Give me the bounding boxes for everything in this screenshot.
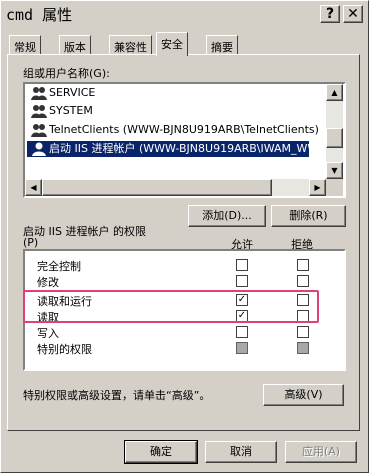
user-group-icon: [31, 105, 47, 118]
allow-checkbox[interactable]: [236, 275, 248, 287]
scroll-right-button[interactable]: ▶: [309, 179, 326, 196]
allow-checkbox[interactable]: [236, 259, 248, 271]
list-item[interactable]: TelnetClients (WWW-BJN8U919ARB\TelnetCli…: [27, 122, 319, 138]
user-group-icon: [31, 124, 47, 137]
tab-label: 常规: [14, 41, 36, 54]
apply-button[interactable]: 应用(A): [285, 441, 357, 463]
allow-checkbox-disabled: [236, 342, 248, 354]
permission-row: 读取 ✓: [25, 308, 344, 324]
user-name: SERVICE: [49, 86, 96, 99]
permission-name: 完全控制: [37, 260, 81, 273]
tab-label: 摘要: [211, 41, 233, 54]
deny-checkbox[interactable]: [297, 275, 309, 287]
list-item[interactable]: SYSTEM: [27, 103, 93, 119]
add-button-label: 添加(D)...: [202, 209, 252, 222]
deny-checkbox[interactable]: [297, 326, 309, 338]
help-icon: ?: [325, 6, 335, 22]
user-group-icon: [31, 87, 47, 100]
users-listbox[interactable]: SERVICE SYSTEM TelnetClients (WWW-BJN8U9…: [23, 82, 346, 198]
remove-button-label: 删除(R): [289, 209, 328, 222]
cancel-button-label: 取消: [230, 445, 252, 458]
advanced-button-label: 高级(V): [284, 388, 323, 401]
vertical-scroll-thumb[interactable]: [326, 128, 343, 148]
permissions-title: 启动 IIS 进程帐户 的权限: [23, 225, 146, 238]
deny-checkbox-disabled: [297, 342, 309, 354]
permission-name: 写入: [37, 327, 59, 340]
ok-button[interactable]: 确定: [124, 440, 198, 464]
scroll-left-button[interactable]: ◀: [25, 179, 42, 196]
tab-general[interactable]: 常规: [9, 35, 41, 55]
deny-checkbox[interactable]: [297, 259, 309, 271]
apply-button-label: 应用(A): [301, 445, 341, 458]
permission-name: 读取和运行: [37, 295, 92, 308]
tab-label: 安全: [161, 38, 183, 51]
horizontal-scroll-thumb[interactable]: [42, 179, 272, 196]
scroll-down-button[interactable]: ▼: [326, 162, 343, 179]
remove-button[interactable]: 删除(R): [271, 205, 346, 227]
permissions-title-accel: (P): [23, 236, 39, 249]
user-icon: [32, 142, 46, 156]
tab-summary[interactable]: 摘要: [206, 35, 238, 55]
list-item[interactable]: SERVICE: [27, 85, 95, 101]
tab-label: 版本: [64, 41, 86, 54]
groups-label: 组或用户名称(G):: [23, 67, 110, 80]
deny-checkbox[interactable]: [297, 310, 309, 322]
tab-security[interactable]: 安全: [156, 32, 188, 56]
scroll-up-button[interactable]: ▲: [326, 84, 343, 101]
arrow-right-icon: ▶: [314, 183, 321, 192]
vertical-scrollbar[interactable]: ▲ ▼: [326, 84, 343, 179]
permission-row: 写入: [25, 324, 344, 340]
user-name: TelnetClients (WWW-BJN8U919ARB\TelnetCli…: [49, 123, 319, 136]
allow-checkbox-checked[interactable]: ✓: [236, 310, 248, 322]
arrow-left-icon: ◀: [30, 183, 37, 192]
help-button[interactable]: ?: [320, 5, 340, 23]
advanced-note: 特别权限或高级设置，请单击“高级”。: [23, 389, 211, 402]
title-bar[interactable]: cmd 属性 ? ✕: [3, 3, 366, 25]
allow-checkbox-checked[interactable]: ✓: [236, 294, 248, 306]
add-button[interactable]: 添加(D)...: [188, 205, 266, 227]
permission-name: 特别的权限: [37, 343, 92, 356]
close-button[interactable]: ✕: [343, 5, 363, 23]
properties-dialog: cmd 属性 ? ✕ 常规 版本 兼容性 安全 摘要 组或用户名称(G): SE…: [0, 0, 369, 473]
permission-row: 特别的权限: [25, 340, 344, 356]
permission-name: 读取: [37, 311, 59, 324]
scroll-corner: [326, 179, 343, 196]
ok-button-label: 确定: [150, 445, 172, 458]
user-name: 启动 IIS 进程帐户 (WWW-BJN8U919ARB\IWAM_WWW-4: [49, 142, 340, 155]
arrow-down-icon: ▼: [331, 166, 338, 175]
tab-label: 兼容性: [114, 41, 147, 54]
permission-row: 修改: [25, 273, 344, 289]
window-title: cmd 属性: [6, 6, 73, 24]
permission-name: 修改: [37, 276, 59, 289]
list-item-selected[interactable]: 启动 IIS 进程帐户 (WWW-BJN8U919ARB\IWAM_WWW-4: [27, 141, 340, 157]
deny-checkbox[interactable]: [297, 294, 309, 306]
tab-compatibility[interactable]: 兼容性: [109, 35, 152, 55]
arrow-up-icon: ▲: [331, 88, 338, 97]
permission-row: 读取和运行 ✓: [25, 292, 344, 308]
user-name: SYSTEM: [49, 104, 93, 117]
allow-checkbox[interactable]: [236, 326, 248, 338]
permissions-list: 完全控制 修改 读取和运行 ✓ 读取 ✓ 写入 特别的权限: [23, 249, 346, 371]
close-icon: ✕: [347, 6, 359, 22]
tab-version[interactable]: 版本: [59, 35, 91, 55]
advanced-button[interactable]: 高级(V): [263, 384, 344, 406]
permission-row: 完全控制: [25, 257, 344, 273]
horizontal-scrollbar[interactable]: ◀ ▶: [25, 179, 326, 196]
cancel-button[interactable]: 取消: [205, 441, 277, 463]
